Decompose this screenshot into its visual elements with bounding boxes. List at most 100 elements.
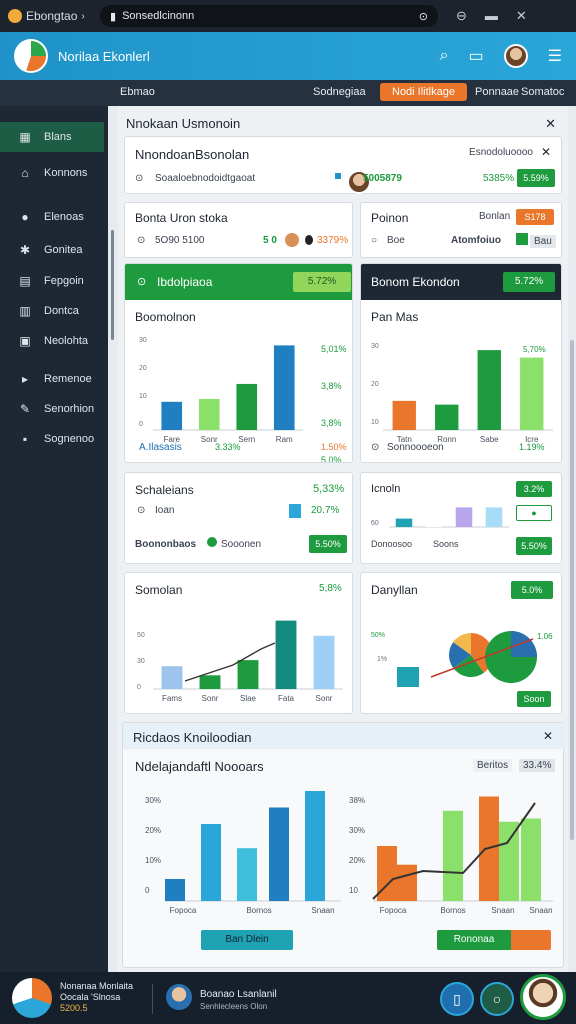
gear-icon: ✱ <box>19 243 31 257</box>
sidebar-item[interactable]: ✎ Senorhion <box>0 394 104 424</box>
tools-icon: ✎ <box>19 402 31 416</box>
value-button[interactable]: 5.50% <box>309 535 347 553</box>
app-title: Norilaa Ekonlerl <box>58 48 150 64</box>
legend-label: Sonnoooeon <box>387 442 444 453</box>
report-action-button[interactable]: Ban Dlein <box>201 930 293 950</box>
stock-card: Bonta Uron stoka ⊙ 5O90 5100 5 0 3379% <box>124 202 353 258</box>
value-button[interactable]: Bau <box>530 235 556 248</box>
bar <box>237 660 259 689</box>
footer-label: Donoosoo <box>371 539 413 549</box>
bar <box>477 350 501 430</box>
toggle-button[interactable]: ● <box>516 505 552 521</box>
main-scrollbar[interactable] <box>570 340 574 840</box>
bar <box>201 824 221 901</box>
subnav-item[interactable]: Sodnegiaa <box>313 86 366 98</box>
status-dot <box>335 173 341 179</box>
account-icon[interactable]: ⊖ <box>456 8 467 24</box>
report-panel: Ricdaos Knoiloodian ✕ Ndelajandaftl Nooo… <box>122 722 565 968</box>
tick-label: 30% <box>349 826 365 835</box>
status-square <box>516 233 528 245</box>
data-label: 5,70% <box>523 345 546 354</box>
subnav-item-active[interactable]: Nodi Ilitlkage <box>380 83 467 101</box>
value-button[interactable]: 5.50% <box>516 537 552 555</box>
sidebar-item[interactable]: ▸ Remenoe <box>0 364 104 394</box>
browser-chrome: Ebongtao › ▮ Sonsedlcinonn ⊙ ⊖ ▬ ✕ <box>0 0 576 32</box>
user-avatar[interactable] <box>166 984 192 1010</box>
portfolio-logo[interactable] <box>12 978 52 1018</box>
subnav-item[interactable]: Ponnaae <box>475 86 519 98</box>
pie-slice <box>511 631 537 657</box>
menu-icon[interactable]: ☰ <box>548 46 562 66</box>
user-subtitle: Senhlecleens Olon <box>200 1002 268 1011</box>
user-avatar[interactable] <box>503 44 528 68</box>
sidebar-item[interactable]: ▥ Dontca <box>0 296 104 326</box>
sidebar-item[interactable]: ✱ Gonitea <box>0 235 104 265</box>
sidebar-item[interactable]: ▤ Fepgoin <box>0 266 104 296</box>
sidebar-scrollbar[interactable] <box>111 230 114 340</box>
tick-label: Fopoca <box>380 906 407 915</box>
sidebar-item[interactable]: ▣ Neolohta <box>0 326 104 356</box>
value-button[interactable]: Soon <box>517 691 551 707</box>
row-text: Ioan <box>155 505 175 516</box>
tick-label: 30 <box>371 343 379 350</box>
profile-avatar[interactable] <box>520 974 566 1020</box>
bar <box>161 666 183 689</box>
bar <box>425 508 443 527</box>
card-title: Poinon <box>371 211 409 225</box>
card-label: Bonlan <box>479 211 511 222</box>
bar <box>397 864 417 901</box>
sidebar-item[interactable]: ● Elenoas <box>0 202 104 232</box>
tick-label: 20% <box>349 856 365 865</box>
tick-label: 0 <box>137 684 141 691</box>
address-bar[interactable]: ▮ Sonsedlcinonn ⊙ <box>100 5 438 27</box>
tick-label: Sonr <box>202 694 219 703</box>
row-value: 5 0 <box>263 235 277 246</box>
value-button[interactable]: 5.59% <box>517 169 555 187</box>
close-window-icon[interactable]: ✕ <box>516 8 527 24</box>
app-logo[interactable] <box>14 39 48 73</box>
bar <box>198 398 220 430</box>
tick-label: Slae <box>240 694 257 703</box>
minimize-icon[interactable]: ▬ <box>485 8 498 24</box>
report-button-label: Rononaa <box>453 934 495 945</box>
bar <box>269 807 289 901</box>
close-icon[interactable]: ✕ <box>541 145 551 159</box>
bar <box>397 667 419 687</box>
sidebar-label: Senorhion <box>44 403 95 415</box>
reload-icon[interactable]: ⊙ <box>419 10 428 23</box>
data-label: 5,01% <box>321 344 347 354</box>
trash-icon[interactable]: ▯ <box>440 982 474 1016</box>
tick-label: 10% <box>145 856 161 865</box>
bookmark-icon[interactable]: ▭ <box>469 46 484 66</box>
position-card: Poinon Bonlan S178 ○ Boe Atomfoiuo Bau <box>360 202 562 258</box>
row-text: 5O90 5100 <box>155 235 205 246</box>
tab-close-icon[interactable]: › <box>81 11 84 22</box>
tick-label: 20 <box>371 381 379 388</box>
refresh-icon[interactable]: ○ <box>480 982 514 1016</box>
report-progress-button[interactable]: Rononaa <box>437 930 551 950</box>
user-icon: ● <box>21 210 29 224</box>
tick-label: 30 <box>137 658 145 665</box>
value-button[interactable]: 3.2% <box>516 481 552 497</box>
bar <box>165 879 185 901</box>
tick-label: 30% <box>145 796 161 805</box>
close-icon[interactable]: ✕ <box>545 116 556 132</box>
browser-tab[interactable]: Ebongtao › <box>8 9 94 23</box>
footer-label: Boononbaos <box>135 539 197 550</box>
bar <box>499 821 519 901</box>
subnav-item[interactable]: Somatoc <box>521 86 564 98</box>
avatar <box>285 233 299 247</box>
sidebar-item[interactable]: ▦ Blans <box>0 122 104 152</box>
value-button[interactable]: S178 <box>516 209 554 225</box>
sidebar-item[interactable]: ▪ Sognenoo <box>0 424 104 454</box>
search-icon[interactable]: ⌕ <box>440 47 449 65</box>
radio-icon[interactable]: ○ <box>371 235 377 246</box>
sidebar-label: Sognenoo <box>44 433 95 445</box>
status-square <box>289 504 301 518</box>
sidebar-item[interactable]: ⌂ Konnons <box>0 158 104 188</box>
tick-label: Bornos <box>440 906 465 915</box>
row-label: Atomfoiuo <box>451 235 501 246</box>
panel-title: Nnokaan Usmonoin <box>126 116 241 131</box>
subnav-item[interactable]: Ebmao <box>120 86 155 98</box>
tick-label: 50 <box>137 632 145 639</box>
